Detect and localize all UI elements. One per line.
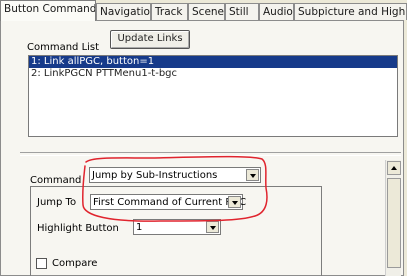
tab-navigation[interactable]: Navigation [96,3,151,20]
tab-still[interactable]: Still [225,3,259,20]
command-dropdown[interactable]: Jump by Sub-Instructions [89,167,261,183]
jump-to-value: First Command of Current PGC [93,197,247,208]
command-list-label: Command List [27,42,100,53]
highlight-button-dropdown[interactable]: 1 [133,219,221,235]
command-value: Jump by Sub-Instructions [92,170,218,181]
command-listbox[interactable]: 1: Link allPGC, button=1 2: LinkPGCN PTT… [28,55,398,137]
chevron-down-icon[interactable] [206,221,219,233]
scroll-up-icon[interactable] [387,161,401,175]
tab-track[interactable]: Track [151,3,188,20]
section-divider [20,152,401,156]
jump-to-label: Jump To [37,197,77,208]
compare-label: Compare [52,258,98,269]
compare-checkbox[interactable] [36,258,47,269]
update-links-button[interactable]: Update Links [110,30,190,49]
list-item[interactable]: 1: Link allPGC, button=1 [29,56,397,68]
tab-button-commands[interactable]: Button Commands [0,0,96,21]
highlight-button-value: 1 [136,222,143,233]
scrollbar-thumb[interactable] [387,178,401,268]
tab-audio[interactable]: Audio [259,3,294,20]
tab-subpicture-and-highlight[interactable]: Subpicture and Highlight [294,3,407,20]
tab-bar: Button Commands Navigation Track Scene S… [0,0,407,22]
jump-to-dropdown[interactable]: First Command of Current PGC [90,194,247,210]
chevron-down-icon[interactable] [246,169,259,181]
tab-scene[interactable]: Scene [188,3,225,20]
vertical-scrollbar[interactable] [385,160,401,276]
highlight-button-label: Highlight Button [37,223,119,234]
list-item[interactable]: 2: LinkPGCN PTTMenu1-t-bgc [29,68,397,80]
chevron-down-icon[interactable] [228,196,241,208]
command-label: Command [30,175,82,186]
